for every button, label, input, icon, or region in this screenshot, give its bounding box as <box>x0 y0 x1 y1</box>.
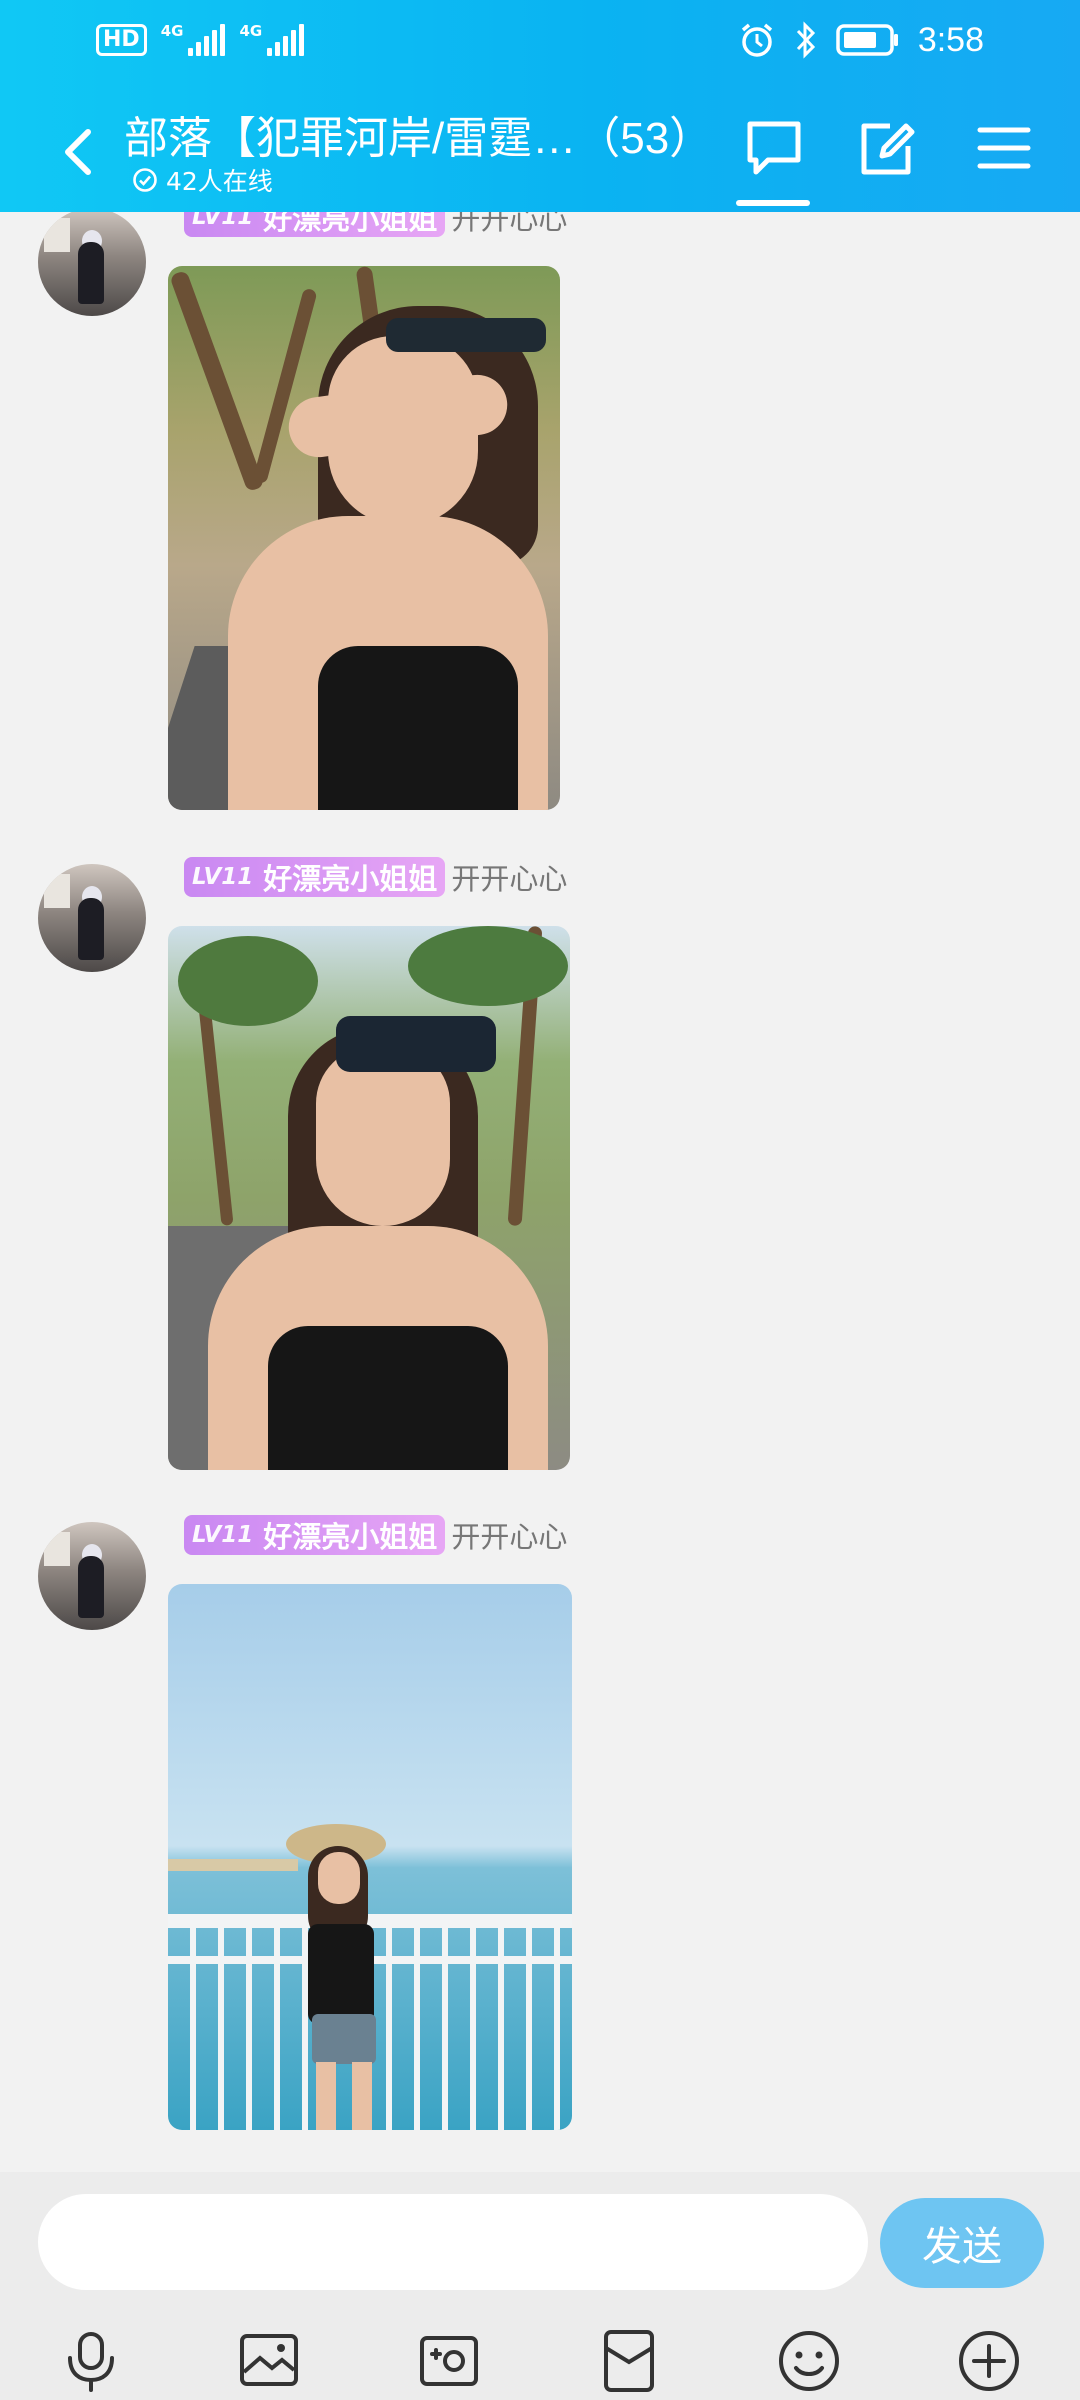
battery-icon <box>836 24 898 56</box>
avatar[interactable] <box>38 1522 146 1630</box>
emoji-icon <box>779 2331 839 2391</box>
sender-info: LV11 好漂亮小姐姐 开开心心 <box>184 856 567 898</box>
image-message[interactable] <box>168 1584 572 2130</box>
menu-button[interactable] <box>972 116 1036 180</box>
level-badge: LV11 好漂亮小姐姐 <box>184 1515 446 1555</box>
level-badge: LV11 好漂亮小姐姐 <box>184 857 446 897</box>
plus-icon <box>959 2331 1019 2391</box>
level-label: LV11 <box>192 864 254 890</box>
message-list[interactable]: LV11 好漂亮小姐姐 开开心心 LV11 好漂亮小姐姐 开开心心 LV11 好… <box>0 212 1080 2172</box>
back-button[interactable] <box>50 116 110 188</box>
image-message[interactable] <box>168 266 560 810</box>
chat-tab[interactable] <box>742 116 806 180</box>
app-header: HD 4G 4G 3:58 部落【犯罪河岸/雷霆…（53） 42人在线 <box>0 0 1080 212</box>
red-packet-icon <box>604 2330 654 2392</box>
voice-button[interactable] <box>58 2328 124 2394</box>
network-type-2: 4G <box>239 22 263 40</box>
image-icon <box>240 2334 298 2386</box>
edit-button[interactable] <box>854 116 918 180</box>
group-title[interactable]: 部落【犯罪河岸/雷霆…（53） <box>124 102 713 166</box>
image-message[interactable] <box>168 926 570 1470</box>
status-left: HD 4G 4G <box>96 18 305 62</box>
red-packet-button[interactable] <box>596 2328 662 2394</box>
sender-info: LV11 好漂亮小姐姐 开开心心 <box>184 212 567 238</box>
hd-icon: HD <box>96 24 147 56</box>
photo-button[interactable] <box>236 2328 302 2394</box>
clock: 3:58 <box>917 20 984 59</box>
menu-icon <box>977 127 1031 169</box>
nav-bar: 部落【犯罪河岸/雷霆…（53） 42人在线 <box>0 80 1080 212</box>
send-button[interactable]: 发送 <box>880 2198 1044 2288</box>
emoji-button[interactable] <box>776 2328 842 2394</box>
avatar[interactable] <box>38 864 146 972</box>
level-label: LV11 <box>192 212 254 230</box>
title-badge-label: 好漂亮小姐姐 <box>263 212 438 236</box>
online-count: 42人在线 <box>166 167 273 196</box>
avatar[interactable] <box>38 212 146 316</box>
network-type-1: 4G <box>160 22 184 40</box>
level-badge: LV11 好漂亮小姐姐 <box>184 212 446 237</box>
title-badge-label: 好漂亮小姐姐 <box>263 1520 438 1554</box>
status-bar: HD 4G 4G 3:58 <box>0 0 1080 80</box>
status-right: 3:58 <box>738 16 984 64</box>
alarm-icon <box>741 23 772 57</box>
sender-nickname[interactable]: 开开心心 <box>451 1514 567 1556</box>
message-input[interactable] <box>38 2194 868 2290</box>
camera-icon <box>420 2336 478 2386</box>
input-area: 发送 <box>0 2172 1080 2400</box>
edit-note-icon <box>861 123 915 175</box>
title-badge-label: 好漂亮小姐姐 <box>263 862 438 896</box>
signal-icon-1: 4G <box>161 24 226 56</box>
online-status: 42人在线 <box>132 162 273 198</box>
sender-info: LV11 好漂亮小姐姐 开开心心 <box>184 1514 567 1556</box>
level-label: LV11 <box>192 1522 254 1548</box>
signal-icon-2: 4G <box>239 22 305 56</box>
online-check-icon <box>133 168 157 192</box>
more-button[interactable] <box>956 2328 1022 2394</box>
active-tab-indicator <box>736 200 810 206</box>
sender-nickname[interactable]: 开开心心 <box>451 856 567 898</box>
sender-nickname[interactable]: 开开心心 <box>451 212 567 238</box>
chat-bubble-icon <box>747 121 801 175</box>
bluetooth-icon <box>796 21 815 59</box>
input-toolbar <box>0 2322 1080 2400</box>
camera-button[interactable] <box>416 2328 482 2394</box>
back-arrow-icon <box>65 129 91 175</box>
microphone-icon <box>68 2332 114 2392</box>
